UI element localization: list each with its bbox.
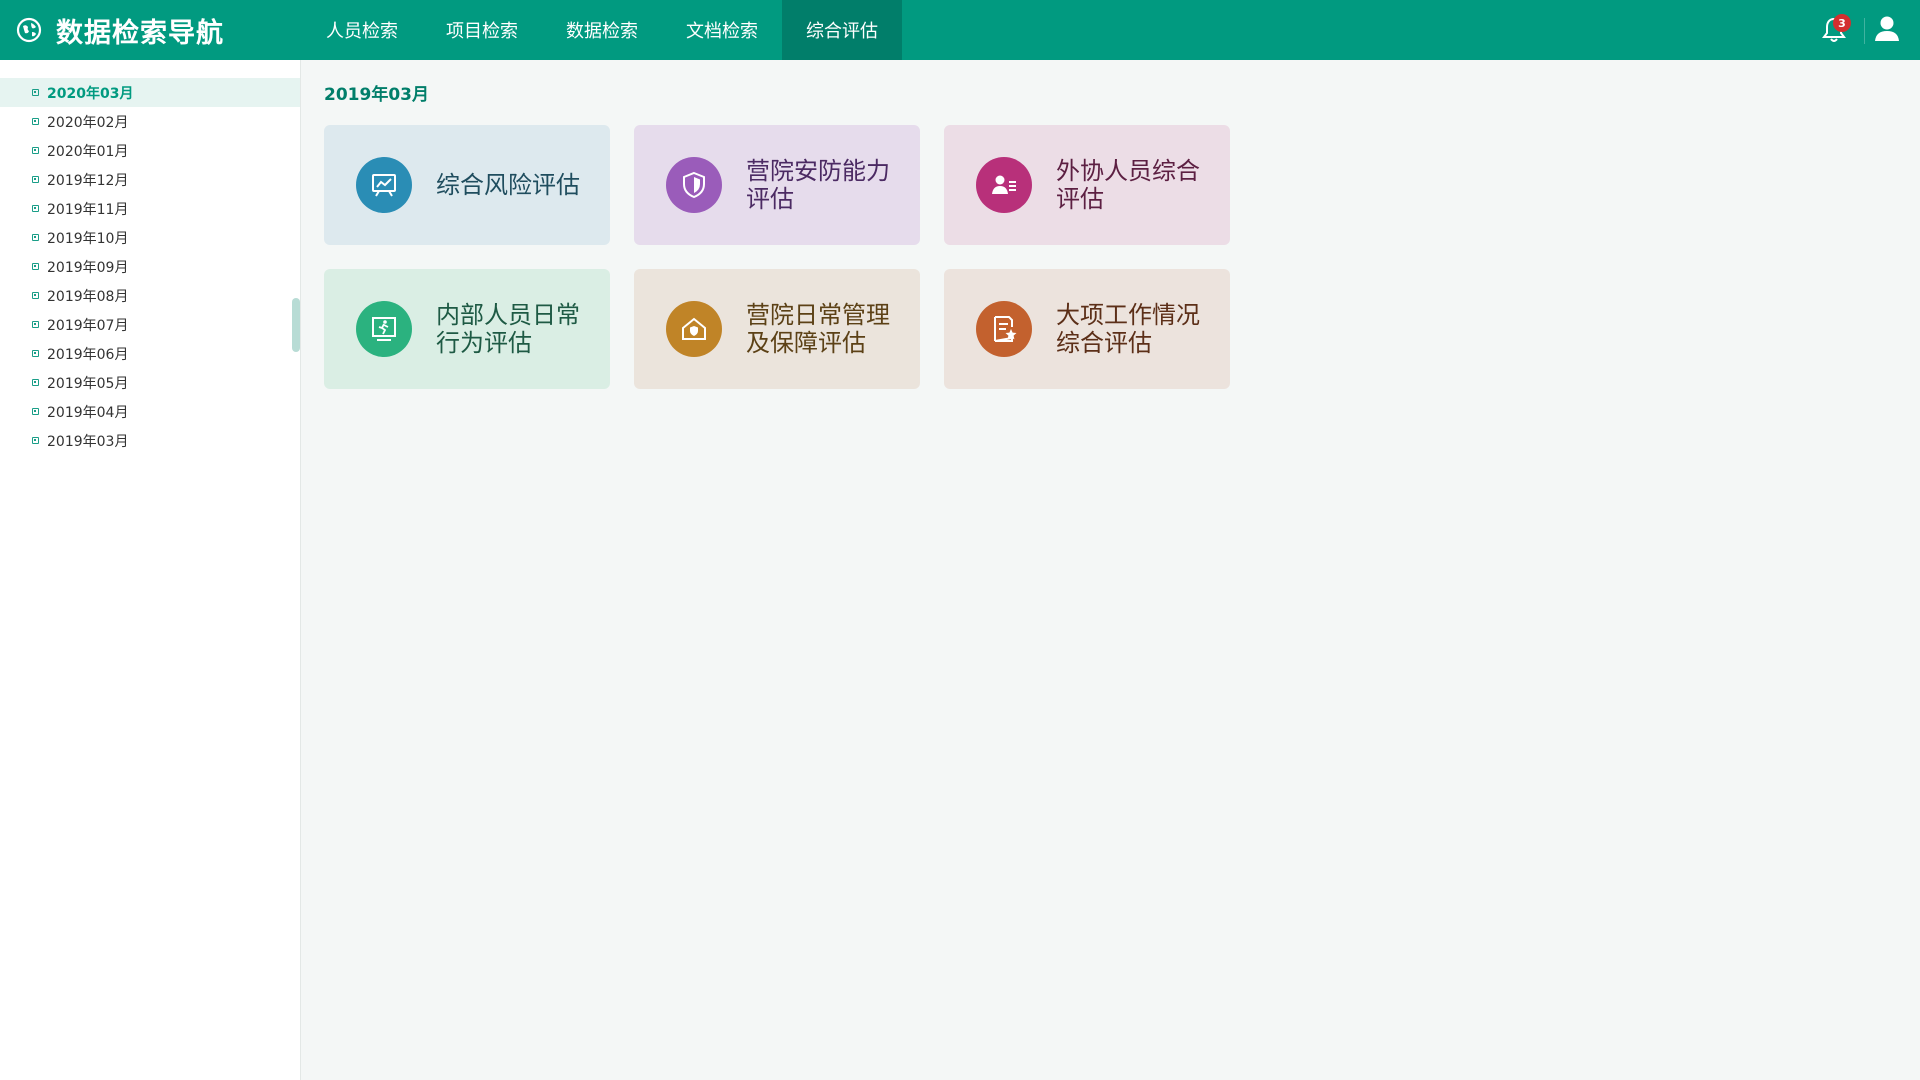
- card-label-line2: 及保障评估: [746, 329, 866, 357]
- date-item-label: 2019年06月: [47, 346, 129, 363]
- date-item-2019-12[interactable]: 2019年12月: [0, 165, 300, 194]
- date-item-2020-02[interactable]: 2020年02月: [0, 107, 300, 136]
- brand[interactable]: 数据检索导航: [16, 0, 224, 60]
- card-label-line2: 综合评估: [1056, 329, 1152, 357]
- date-item-label: 2019年12月: [47, 172, 129, 189]
- folder-icon: [32, 321, 39, 328]
- card-major-work-assessment[interactable]: 大项工作情况 综合评估: [944, 269, 1230, 389]
- main-nav: 人员检索 项目检索 数据检索 文档检索 综合评估: [302, 0, 902, 60]
- card-label-line1: 营院日常管理: [746, 301, 890, 329]
- date-item-label: 2019年08月: [47, 288, 129, 305]
- date-item-2019-04[interactable]: 2019年04月: [0, 397, 300, 426]
- document-star-icon: [976, 301, 1032, 357]
- date-item-label: 2019年07月: [47, 317, 129, 334]
- date-item-label: 2019年05月: [47, 375, 129, 392]
- card-label-line1: 外协人员综合: [1056, 157, 1200, 185]
- notification-badge: 3: [1833, 14, 1851, 32]
- card-label-line2: 评估: [1056, 185, 1104, 213]
- date-item-2019-09[interactable]: 2019年09月: [0, 252, 300, 281]
- date-item-2019-11[interactable]: 2019年11月: [0, 194, 300, 223]
- card-external-personnel-assessment[interactable]: 外协人员综合 评估: [944, 125, 1230, 245]
- card-label: 外协人员综合 评估: [1056, 157, 1216, 213]
- header-divider: [1864, 18, 1865, 44]
- globe-icon: [16, 17, 42, 43]
- date-item-2019-10[interactable]: 2019年10月: [0, 223, 300, 252]
- nav-tab-project-search[interactable]: 项目检索: [422, 0, 542, 60]
- date-list: 2020年03月 2020年02月 2020年01月 2019年12月 2019…: [0, 78, 300, 455]
- card-label: 营院日常管理 及保障评估: [746, 301, 906, 357]
- date-item-label: 2020年02月: [47, 114, 129, 131]
- card-label-line1: 营院安防能力: [746, 157, 890, 185]
- person-running-board-icon: [356, 301, 412, 357]
- date-item-2020-03[interactable]: 2020年03月: [0, 78, 300, 107]
- card-internal-personnel-behavior[interactable]: 内部人员日常 行为评估: [324, 269, 610, 389]
- section-title: 2019年03月: [324, 85, 429, 105]
- card-label-line1: 综合风险评估: [436, 171, 580, 199]
- date-item-label: 2019年03月: [47, 433, 129, 450]
- card-label: 营院安防能力 评估: [746, 157, 906, 213]
- card-label-line2: 行为评估: [436, 329, 532, 357]
- nav-tab-data-search[interactable]: 数据检索: [542, 0, 662, 60]
- date-item-label: 2019年04月: [47, 404, 129, 421]
- folder-icon: [32, 408, 39, 415]
- folder-icon: [32, 437, 39, 444]
- card-label: 内部人员日常 行为评估: [436, 301, 596, 357]
- date-item-label: 2019年11月: [47, 201, 129, 218]
- date-item-label: 2020年01月: [47, 143, 129, 160]
- date-item-2019-06[interactable]: 2019年06月: [0, 339, 300, 368]
- card-campus-security-capability[interactable]: 营院安防能力 评估: [634, 125, 920, 245]
- folder-icon: [32, 292, 39, 299]
- date-item-2020-01[interactable]: 2020年01月: [0, 136, 300, 165]
- card-label: 综合风险评估: [436, 171, 596, 199]
- chart-board-icon: [356, 157, 412, 213]
- folder-icon: [32, 234, 39, 241]
- house-shield-icon: [666, 301, 722, 357]
- folder-icon: [32, 205, 39, 212]
- date-sidebar: 2020年03月 2020年02月 2020年01月 2019年12月 2019…: [0, 60, 301, 1080]
- card-label-line1: 大项工作情况: [1056, 301, 1200, 329]
- folder-icon: [32, 263, 39, 270]
- top-navigation-bar: 数据检索导航 人员检索 项目检索 数据检索 文档检索 综合评估 3: [0, 0, 1920, 60]
- card-label-line1: 内部人员日常: [436, 301, 580, 329]
- sidebar-scrollbar[interactable]: [292, 298, 300, 352]
- nav-tab-document-search[interactable]: 文档检索: [662, 0, 782, 60]
- app-title: 数据检索导航: [56, 17, 224, 49]
- nav-tab-personnel-search[interactable]: 人员检索: [302, 0, 422, 60]
- date-item-label: 2020年03月: [47, 85, 134, 102]
- shield-icon: [666, 157, 722, 213]
- card-label: 大项工作情况 综合评估: [1056, 301, 1216, 357]
- user-card-icon: [976, 157, 1032, 213]
- folder-icon: [32, 350, 39, 357]
- card-label-line2: 评估: [746, 185, 794, 213]
- folder-icon: [32, 379, 39, 386]
- folder-icon: [32, 176, 39, 183]
- folder-icon: [32, 89, 39, 96]
- date-item-2019-08[interactable]: 2019年08月: [0, 281, 300, 310]
- date-item-2019-03[interactable]: 2019年03月: [0, 426, 300, 455]
- date-item-label: 2019年10月: [47, 230, 129, 247]
- date-item-label: 2019年09月: [47, 259, 129, 276]
- date-item-2019-05[interactable]: 2019年05月: [0, 368, 300, 397]
- date-item-2019-07[interactable]: 2019年07月: [0, 310, 300, 339]
- user-icon[interactable]: [1872, 13, 1902, 43]
- nav-tab-comprehensive-assessment[interactable]: 综合评估: [782, 0, 902, 60]
- card-campus-daily-management[interactable]: 营院日常管理 及保障评估: [634, 269, 920, 389]
- card-comprehensive-risk-assessment[interactable]: 综合风险评估: [324, 125, 610, 245]
- folder-icon: [32, 147, 39, 154]
- folder-icon: [32, 118, 39, 125]
